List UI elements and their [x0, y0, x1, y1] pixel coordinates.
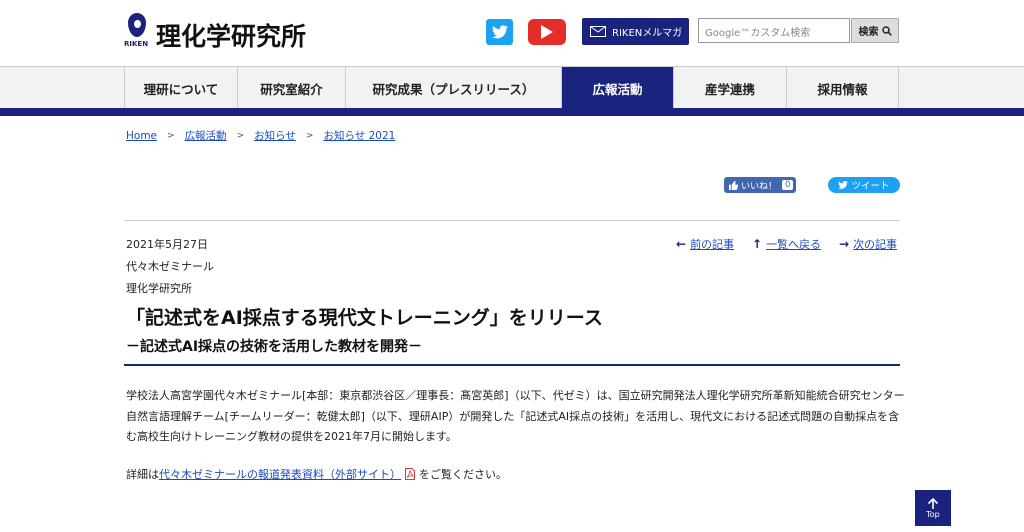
twitter-icon: [491, 25, 508, 39]
like-label: いいね！: [741, 181, 778, 192]
article-title: 「記述式をAI採点する現代文トレーニング」をリリース: [126, 307, 603, 329]
riken-logo[interactable]: RIKEN 理化学研究所: [124, 13, 314, 55]
breadcrumb-pr[interactable]: 広報活動: [185, 128, 227, 143]
article-detail: 詳細は 代々木ゼミナールの報道発表資料（外部サイト） をご覧ください。: [126, 466, 507, 482]
nav-item-press-release[interactable]: 研究成果（プレスリリース）: [345, 67, 561, 109]
external-press-release-link[interactable]: 代々木ゼミナールの報道発表資料（外部サイト）: [159, 466, 401, 482]
nav-item-recruit[interactable]: 採用情報: [786, 67, 899, 109]
breadcrumb: Home > 広報活動 > お知らせ > お知らせ 2021: [126, 128, 395, 143]
next-article-link[interactable]: → 次の記事: [839, 236, 897, 252]
arrow-right-icon: →: [839, 237, 850, 251]
nav-item-about[interactable]: 理研について: [124, 67, 237, 109]
search-icon: [881, 25, 892, 36]
top-label: Top: [926, 509, 940, 519]
twitter-button[interactable]: [486, 19, 513, 45]
breadcrumb-news[interactable]: お知らせ: [254, 128, 296, 143]
site-header: RIKEN 理化学研究所 RIKENメルマガ Google™カスタム検索 検索: [0, 0, 1024, 66]
mailmag-label: RIKENメルマガ: [612, 28, 683, 39]
arrow-up-icon: ↑: [752, 237, 763, 251]
search-button-label: 検索: [858, 27, 879, 38]
back-to-list-label[interactable]: 一覧へ戻る: [766, 236, 821, 252]
arrow-up-icon: [927, 497, 939, 509]
tweet-button[interactable]: ツイート: [828, 177, 900, 193]
next-article-label[interactable]: 次の記事: [853, 236, 897, 252]
breadcrumb-news-2021[interactable]: お知らせ 2021: [323, 128, 395, 143]
youtube-button[interactable]: [528, 19, 566, 45]
riken-mailmag-button[interactable]: RIKENメルマガ: [582, 18, 689, 45]
search-button[interactable]: 検索: [851, 18, 899, 43]
prev-article-link[interactable]: ← 前の記事: [676, 236, 734, 252]
title-underline: [124, 364, 900, 366]
logo-text: 理化学研究所: [156, 22, 307, 51]
article-date: 2021年5月27日: [126, 238, 208, 251]
breadcrumb-separator-icon: >: [167, 130, 175, 141]
detail-suffix: をご覧ください。: [419, 468, 507, 481]
twitter-icon: [838, 181, 849, 189]
youtube-play-icon: [541, 25, 553, 39]
nav-item-labs[interactable]: 研究室紹介: [237, 67, 345, 109]
article-org-2: 理化学研究所: [126, 282, 192, 295]
detail-prefix: 詳細は: [126, 468, 159, 481]
like-count: 0: [782, 180, 794, 190]
global-nav: 理研について 研究室紹介 研究成果（プレスリリース） 広報活動 産学連携 採用情…: [0, 66, 1024, 110]
pdf-icon: [405, 468, 415, 480]
thumbs-up-icon: [729, 180, 738, 190]
back-to-list-link[interactable]: ↑ 一覧へ戻る: [752, 236, 821, 252]
arrow-left-icon: ←: [676, 237, 687, 251]
article-subtitle: －記述式AI採点の技術を活用した教材を開発－: [126, 339, 423, 355]
facebook-like-button[interactable]: いいね！ 0: [724, 177, 796, 193]
article-body: 学校法人高宮学園代々木ゼミナール[本部：東京都渋谷区／理事長：髙宮英郎]（以下、…: [126, 389, 905, 443]
article-org-1: 代々木ゼミナール: [126, 260, 214, 273]
breadcrumb-home[interactable]: Home: [126, 130, 157, 142]
nav-underline-bar: [0, 108, 1024, 116]
tweet-label: ツイート: [851, 181, 890, 192]
nav-item-industry[interactable]: 産学連携: [673, 67, 786, 109]
search-input[interactable]: Google™カスタム検索: [698, 18, 850, 43]
divider: [124, 220, 900, 221]
breadcrumb-separator-icon: >: [236, 130, 245, 141]
riken-logo-mark: RIKEN: [124, 13, 150, 53]
back-to-top-button[interactable]: Top: [915, 490, 951, 526]
nav-item-pr[interactable]: 広報活動: [561, 67, 673, 109]
breadcrumb-separator-icon: >: [305, 130, 314, 141]
mail-icon: [590, 26, 606, 37]
prev-article-label[interactable]: 前の記事: [690, 236, 734, 252]
